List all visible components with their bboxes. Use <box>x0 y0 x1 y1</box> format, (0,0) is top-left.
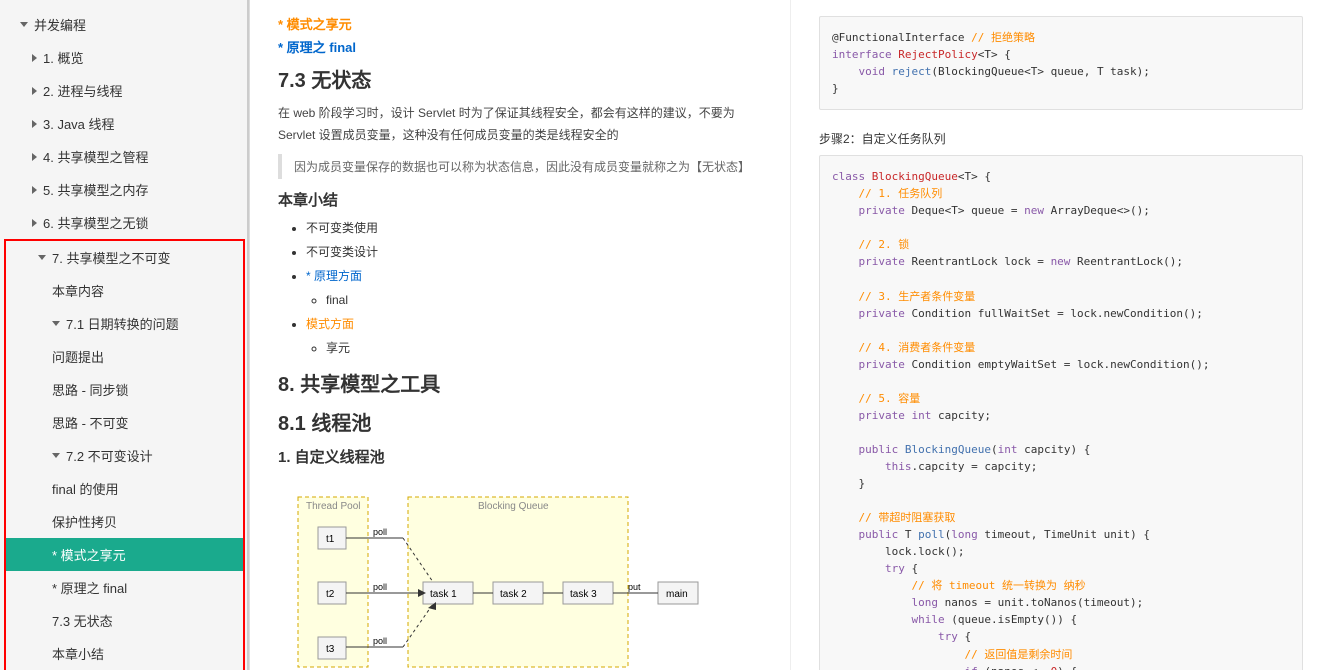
nav-i6[interactable]: 6. 共享模型之无锁 <box>0 206 249 239</box>
heading-8: 8. 共享模型之工具 <box>278 368 762 397</box>
svg-text:task 1: task 1 <box>430 589 457 600</box>
heading-81: 8.1 线程池 <box>278 407 762 436</box>
nav-label: 并发编程 <box>34 15 86 34</box>
link-final[interactable]: * 原理之 final <box>278 37 762 56</box>
nav-label: 问题提出 <box>52 347 104 366</box>
caret-right-icon <box>32 153 37 161</box>
nav-label: 7. 共享模型之不可变 <box>52 248 170 267</box>
heading-73: 7.3 无状态 <box>278 64 762 93</box>
caret-down-icon <box>38 255 46 260</box>
link-flyweight[interactable]: * 模式之享元 <box>278 14 762 33</box>
nav-i72c[interactable]: * 模式之享元 <box>6 538 243 571</box>
list-item: 享元 <box>326 336 762 360</box>
svg-text:t1: t1 <box>326 534 335 545</box>
list-item: * 原理方面 final <box>306 264 762 312</box>
nav-i72b[interactable]: 保护性拷贝 <box>6 505 243 538</box>
nav-i71b[interactable]: 思路 - 同步锁 <box>6 373 243 406</box>
nav-i1[interactable]: 1. 概览 <box>0 41 249 74</box>
nav-label: 7.3 无状态 <box>52 611 113 630</box>
nav-label: * 模式之享元 <box>52 545 126 564</box>
content-area: * 模式之享元 * 原理之 final 7.3 无状态 在 web 阶段学习时，… <box>250 0 1331 670</box>
nav-i4[interactable]: 4. 共享模型之管程 <box>0 140 249 173</box>
nav-label: 思路 - 同步锁 <box>52 380 129 399</box>
caret-right-icon <box>32 54 37 62</box>
svg-text:task 2: task 2 <box>500 589 527 600</box>
heading-81a: 1. 自定义线程池 <box>278 446 762 467</box>
nav-label: 保护性拷贝 <box>52 512 117 531</box>
nav-label: * 原理之 final <box>52 578 127 597</box>
code-text: @FunctionalInterface // 拒绝策略 interface R… <box>832 31 1150 95</box>
svg-text:t3: t3 <box>326 644 335 655</box>
list-link[interactable]: 模式方面 <box>306 317 354 331</box>
nav-i7-summary[interactable]: 本章小结 <box>6 637 243 670</box>
svg-text:Blocking Queue: Blocking Queue <box>478 501 549 512</box>
nav-i71a[interactable]: 问题提出 <box>6 340 243 373</box>
list-item: 不可变类使用 <box>306 216 762 240</box>
caret-down-icon <box>20 22 28 27</box>
nav-i72d[interactable]: * 原理之 final <box>6 571 243 604</box>
code-reject-policy: @FunctionalInterface // 拒绝策略 interface R… <box>819 16 1303 110</box>
caret-down-icon <box>52 453 60 458</box>
list-item: final <box>326 288 762 312</box>
nav-i73[interactable]: 7.3 无状态 <box>6 604 243 637</box>
caret-right-icon <box>32 219 37 227</box>
nav-label: 7.1 日期转换的问题 <box>66 314 179 333</box>
nav-i72[interactable]: 7.2 不可变设计 <box>6 439 243 472</box>
blockquote: 因为成员变量保存的数据也可以称为状态信息，因此没有成员变量就称之为【无状态】 <box>278 154 762 179</box>
caret-down-icon <box>52 321 60 326</box>
nav-label: 思路 - 不可变 <box>52 413 129 432</box>
diagram-svg: Thread Pool Blocking Queue t1 t2 t3 task… <box>278 487 708 670</box>
nav-label: final 的使用 <box>52 479 118 498</box>
nav-i71[interactable]: 7.1 日期转换的问题 <box>6 307 243 340</box>
nav-label: 3. Java 线程 <box>43 114 115 133</box>
nav-i5[interactable]: 5. 共享模型之内存 <box>0 173 249 206</box>
list-link[interactable]: * 原理方面 <box>306 269 362 283</box>
nav-i71c[interactable]: 思路 - 不可变 <box>6 406 243 439</box>
caret-right-icon <box>32 87 37 95</box>
nav-i72a[interactable]: final 的使用 <box>6 472 243 505</box>
nav-i7-content[interactable]: 本章内容 <box>6 274 243 307</box>
column-left: * 模式之享元 * 原理之 final 7.3 无状态 在 web 阶段学习时，… <box>250 0 791 670</box>
svg-text:poll: poll <box>373 527 387 537</box>
nav-label: 本章内容 <box>52 281 104 300</box>
nav-root[interactable]: 并发编程 <box>0 8 249 41</box>
code-text: class BlockingQueue<T> { // 1. 任务队列 priv… <box>832 170 1223 670</box>
list-item: 不可变类设计 <box>306 240 762 264</box>
nav-i7[interactable]: 7. 共享模型之不可变 <box>6 241 243 274</box>
caret-right-icon <box>32 186 37 194</box>
nav-label: 4. 共享模型之管程 <box>43 147 148 166</box>
paragraph-73: 在 web 阶段学习时，设计 Servlet 时为了保证其线程安全，都会有这样的… <box>278 103 762 146</box>
svg-text:poll: poll <box>373 636 387 646</box>
svg-text:poll: poll <box>373 582 387 592</box>
nav-label: 5. 共享模型之内存 <box>43 180 148 199</box>
svg-text:main: main <box>666 589 688 600</box>
nav-highlight-box: 7. 共享模型之不可变 本章内容 7.1 日期转换的问题 问题提出 思路 - 同… <box>4 239 245 670</box>
nav-label: 2. 进程与线程 <box>43 81 122 100</box>
nav-label: 6. 共享模型之无锁 <box>43 213 148 232</box>
sidebar-nav: 并发编程 1. 概览 2. 进程与线程 3. Java 线程 4. 共享模型之管… <box>0 0 250 670</box>
list-item: 模式方面 享元 <box>306 312 762 360</box>
caret-right-icon <box>32 120 37 128</box>
column-right: @FunctionalInterface // 拒绝策略 interface R… <box>791 0 1331 670</box>
code-blocking-queue: class BlockingQueue<T> { // 1. 任务队列 priv… <box>819 155 1303 670</box>
nav-label: 7.2 不可变设计 <box>66 446 153 465</box>
heading-summary: 本章小结 <box>278 189 762 210</box>
nav-i3[interactable]: 3. Java 线程 <box>0 107 249 140</box>
svg-text:task 3: task 3 <box>570 589 597 600</box>
nav-label: 1. 概览 <box>43 48 83 67</box>
summary-list: 不可变类使用 不可变类设计 * 原理方面 final 模式方面 享元 <box>278 216 762 360</box>
nav-label: 本章小结 <box>52 644 104 663</box>
svg-text:put: put <box>628 582 641 592</box>
step2-label: 步骤2：自定义任务队列 <box>819 130 1303 147</box>
nav-i2[interactable]: 2. 进程与线程 <box>0 74 249 107</box>
svg-text:t2: t2 <box>326 589 335 600</box>
svg-text:Thread Pool: Thread Pool <box>306 501 360 512</box>
thread-pool-diagram: Thread Pool Blocking Queue t1 t2 t3 task… <box>278 487 762 670</box>
